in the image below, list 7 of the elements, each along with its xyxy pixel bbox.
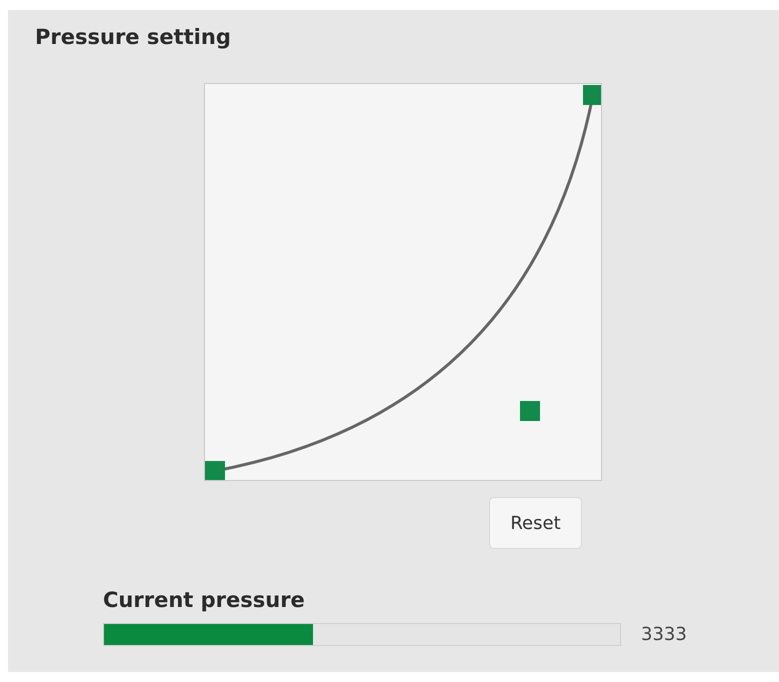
section-title: Pressure setting xyxy=(35,25,231,49)
curve-handle[interactable] xyxy=(520,401,540,421)
pressure-value: 3333 xyxy=(641,623,687,647)
curve-handle[interactable] xyxy=(205,461,225,481)
current-pressure-label: Current pressure xyxy=(103,587,306,614)
reset-button[interactable]: Reset xyxy=(489,497,582,549)
curve-handle[interactable] xyxy=(583,85,602,105)
